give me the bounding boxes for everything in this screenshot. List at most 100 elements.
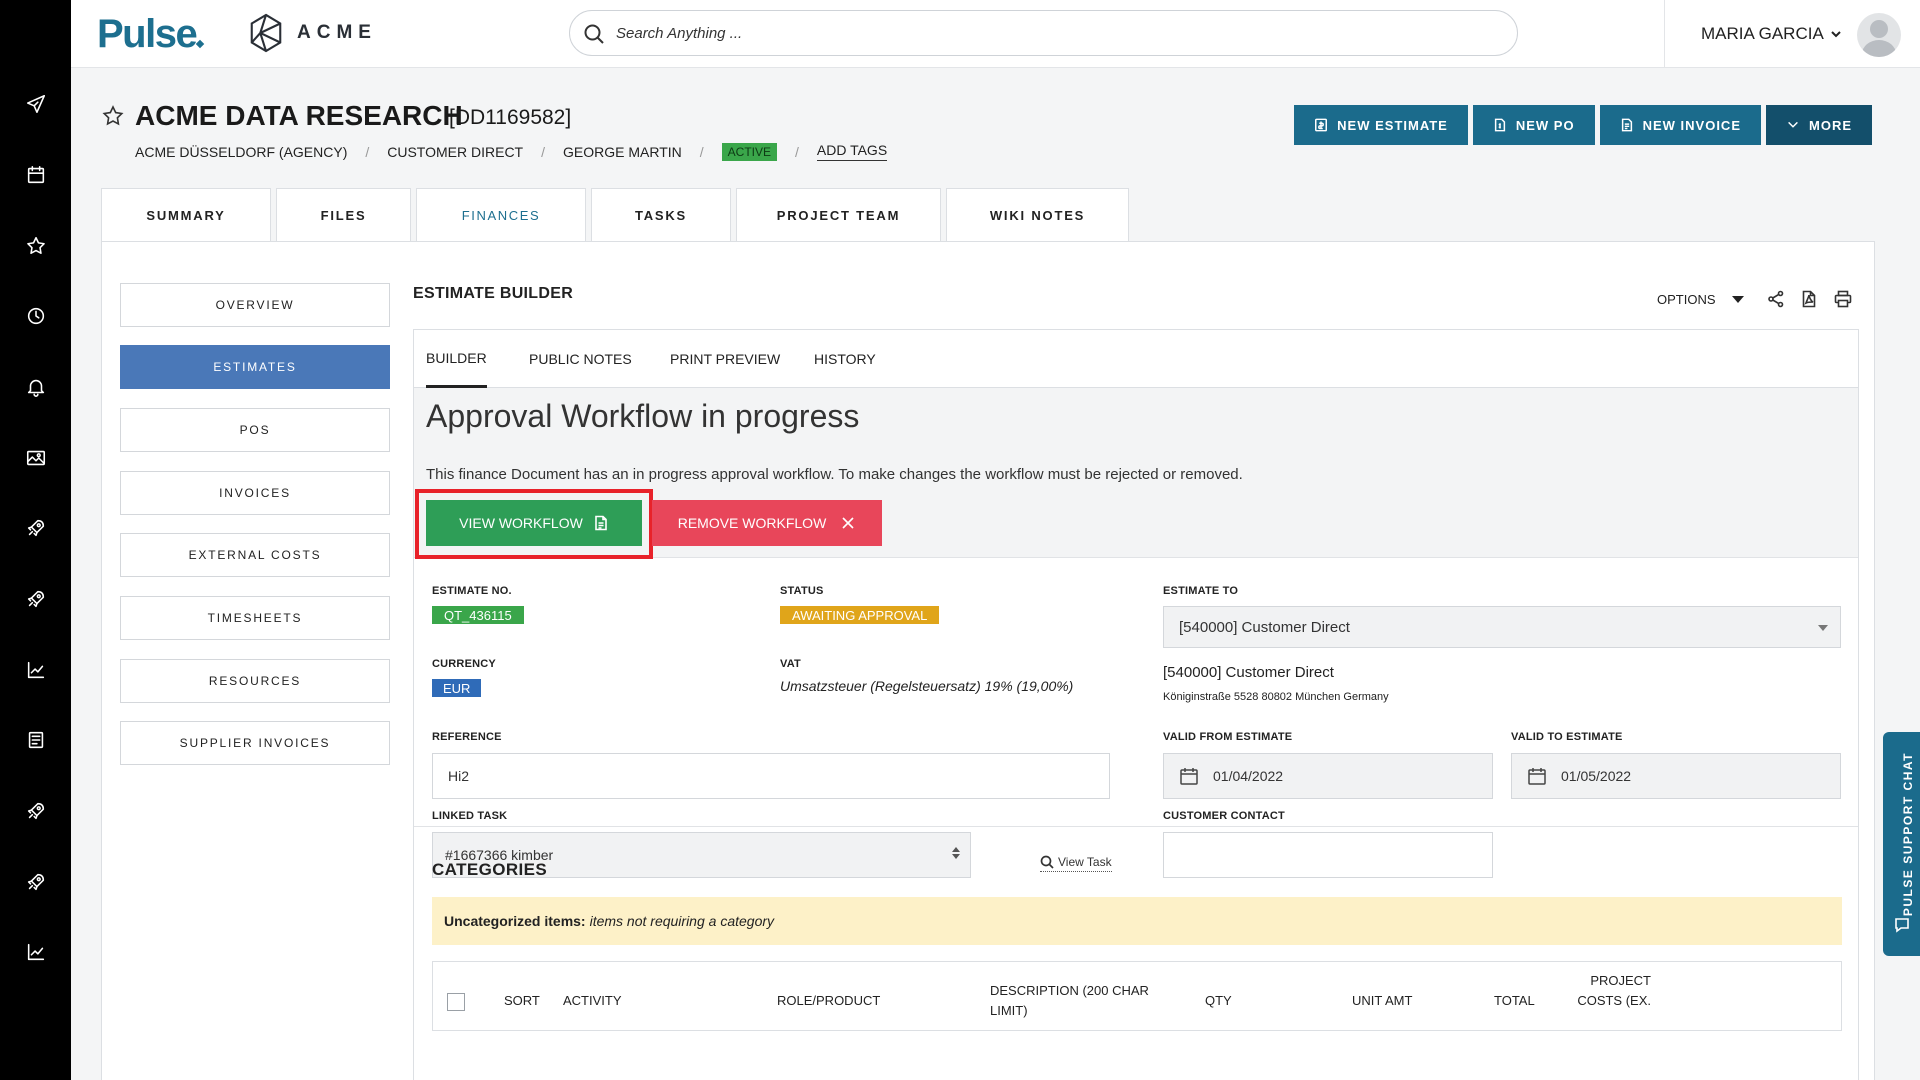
tab-summary[interactable]: SUMMARY <box>101 188 271 242</box>
reference-label: REFERENCE <box>432 731 502 743</box>
send-icon[interactable] <box>22 90 50 118</box>
breadcrumb-separator: / <box>365 143 370 160</box>
rocket-icon[interactable] <box>22 585 50 613</box>
column-qty[interactable]: QTY <box>1205 991 1232 1011</box>
chat-icon <box>1893 916 1911 934</box>
image-icon[interactable] <box>22 444 50 472</box>
company-name: ACME <box>297 22 377 43</box>
share-icon[interactable] <box>1767 290 1787 310</box>
company-logo[interactable]: ACME <box>247 12 377 54</box>
star-icon[interactable] <box>22 232 50 260</box>
add-tags-link[interactable]: ADD TAGS <box>816 142 888 161</box>
select-arrows-icon <box>952 847 960 859</box>
project-code: [DD1169582] <box>449 106 572 129</box>
column-unit-amt[interactable]: UNIT AMT <box>1352 991 1412 1011</box>
sidebar-item-timesheets[interactable]: TIMESHEETS <box>120 596 390 640</box>
pdf-icon[interactable] <box>1800 290 1820 310</box>
valid-from-date-input[interactable]: 01/04/2022 <box>1163 753 1493 799</box>
estimate-builder-panel: BUILDER PUBLIC NOTES PRINT PREVIEW HISTO… <box>413 329 1859 1080</box>
view-workflow-button[interactable]: VIEW WORKFLOW <box>426 500 642 546</box>
pulse-logo[interactable]: Pulse <box>97 12 205 57</box>
estimate-to-name: [540000] Customer Direct <box>1163 664 1334 681</box>
po-icon <box>1494 118 1505 132</box>
global-search[interactable] <box>569 10 1518 56</box>
status-badge: ACTIVE <box>721 142 777 161</box>
tab-builder[interactable]: BUILDER <box>426 330 487 388</box>
user-menu[interactable]: MARIA GARCIA <box>1701 24 1842 44</box>
rocket-icon[interactable] <box>22 868 50 896</box>
book-icon[interactable] <box>22 726 50 754</box>
chart-icon[interactable] <box>22 938 50 966</box>
chevron-down-icon <box>1788 121 1798 128</box>
chart-icon[interactable] <box>22 656 50 684</box>
options-dropdown[interactable]: OPTIONS <box>1657 292 1744 307</box>
tab-print-preview[interactable]: PRINT PREVIEW <box>670 330 780 388</box>
sidebar-item-external-costs[interactable]: EXTERNAL COSTS <box>120 533 390 577</box>
estimate-to-select[interactable]: [540000] Customer Direct <box>1163 606 1841 648</box>
estimate-no-badge: QT_436115 <box>432 606 524 624</box>
top-bar: Pulse ACME MARIA GARCIA <box>71 0 1920 68</box>
column-sort[interactable]: SORT <box>504 991 540 1011</box>
tab-tasks[interactable]: TASKS <box>591 188 731 242</box>
tab-files[interactable]: FILES <box>276 188 411 242</box>
valid-to-date-input[interactable]: 01/05/2022 <box>1511 753 1841 799</box>
tab-history[interactable]: HISTORY <box>814 330 876 388</box>
column-description[interactable]: DESCRIPTION (200 CHAR LIMIT) <box>990 981 1160 1021</box>
search-icon <box>1040 855 1054 869</box>
uncategorized-text: items not requiring a category <box>589 913 775 929</box>
breadcrumb-client[interactable]: CUSTOMER DIRECT <box>387 144 523 160</box>
column-project-costs[interactable]: PROJECT COSTS (EX. <box>1573 971 1651 1011</box>
left-rail <box>0 0 71 1080</box>
invoice-icon <box>1621 118 1632 132</box>
linked-task-label: LINKED TASK <box>432 810 508 822</box>
clock-icon[interactable] <box>22 302 50 330</box>
column-role-product[interactable]: ROLE/PRODUCT <box>777 991 880 1011</box>
tab-wiki-notes[interactable]: WIKI NOTES <box>946 188 1129 242</box>
tab-public-notes[interactable]: PUBLIC NOTES <box>529 330 632 388</box>
workflow-heading: Approval Workflow in progress <box>426 398 860 434</box>
support-chat-label: PULSE SUPPORT CHAT <box>1901 752 1915 917</box>
tab-project-team[interactable]: PROJECT TEAM <box>736 188 941 242</box>
breadcrumb-separator: / <box>699 143 704 160</box>
currency-badge: EUR <box>432 679 482 697</box>
status-badge: AWAITING APPROVAL <box>780 606 940 624</box>
more-button[interactable]: MORE <box>1766 105 1872 145</box>
breadcrumb: ACME DÜSSELDORF (AGENCY) / CUSTOMER DIRE… <box>135 142 888 161</box>
favorite-star-icon[interactable] <box>101 104 125 128</box>
column-total[interactable]: TOTAL <box>1494 991 1535 1011</box>
project-title: ACME DATA RESEARCH <box>135 100 463 131</box>
calendar-icon[interactable] <box>22 161 50 189</box>
customer-contact-label: CUSTOMER CONTACT <box>1163 810 1285 822</box>
breadcrumb-manager[interactable]: GEORGE MARTIN <box>563 144 682 160</box>
bell-icon[interactable] <box>22 373 50 401</box>
rocket-icon[interactable] <box>22 514 50 542</box>
sidebar-item-supplier-invoices[interactable]: SUPPLIER INVOICES <box>120 721 390 765</box>
tab-finances[interactable]: FINANCES <box>416 188 586 242</box>
new-estimate-button[interactable]: NEW ESTIMATE <box>1294 105 1468 145</box>
new-po-button[interactable]: NEW PO <box>1472 105 1595 145</box>
view-task-link[interactable]: View Task <box>1040 855 1112 872</box>
breadcrumb-separator: / <box>541 143 545 160</box>
remove-workflow-button[interactable]: REMOVE WORKFLOW <box>652 500 882 546</box>
vat-value: Umsatzsteuer (Regelsteuersatz) 19% (19,0… <box>780 678 1074 694</box>
rocket-icon[interactable] <box>22 797 50 825</box>
support-chat-tab[interactable]: PULSE SUPPORT CHAT <box>1883 732 1920 956</box>
sidebar-item-resources[interactable]: RESOURCES <box>120 659 390 703</box>
sidebar-item-pos[interactable]: POS <box>120 408 390 452</box>
print-icon[interactable] <box>1834 290 1854 310</box>
currency-label: CURRENCY <box>432 658 496 670</box>
new-invoice-button[interactable]: NEW INVOICE <box>1599 105 1761 145</box>
sidebar-item-estimates[interactable]: ESTIMATES <box>120 345 390 389</box>
reference-input[interactable]: Hi2 <box>432 753 1110 799</box>
valid-from-label: VALID FROM ESTIMATE <box>1163 731 1293 743</box>
search-input[interactable] <box>616 19 1496 47</box>
customer-contact-input[interactable] <box>1163 832 1493 878</box>
sidebar-item-invoices[interactable]: INVOICES <box>120 471 390 515</box>
avatar[interactable] <box>1857 13 1901 57</box>
sidebar-item-overview[interactable]: OVERVIEW <box>120 283 390 327</box>
column-activity[interactable]: ACTIVITY <box>563 991 622 1011</box>
select-all-checkbox[interactable] <box>447 993 465 1011</box>
status-label: STATUS <box>780 585 824 597</box>
breadcrumb-agency[interactable]: ACME DÜSSELDORF (AGENCY) <box>135 144 347 160</box>
header-actions: NEW ESTIMATE NEW PO NEW INVOICE MORE <box>1294 105 1872 145</box>
